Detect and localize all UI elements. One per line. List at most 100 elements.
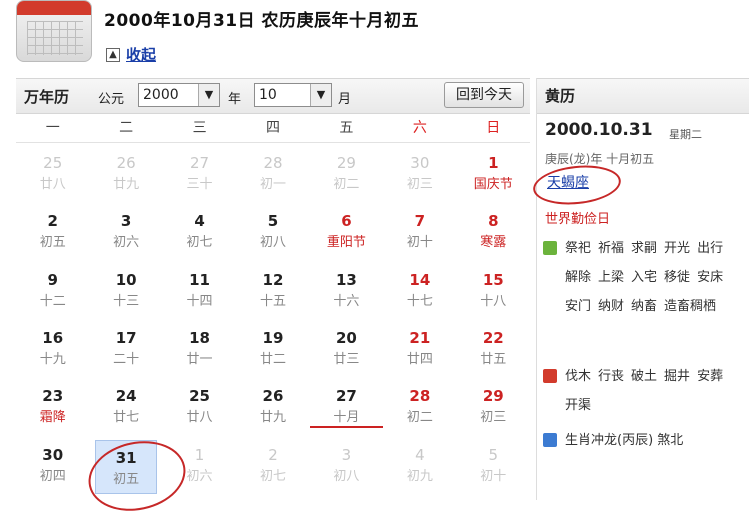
almanac-weekday: 星期二 — [669, 128, 702, 141]
day-number: 9 — [47, 270, 58, 289]
weekday-label: 四 — [265, 120, 280, 136]
calendar-day-cell[interactable]: 8 寒露 — [457, 204, 530, 262]
lunar-day: 初八 — [259, 235, 286, 251]
calendar-title: 万年历 — [24, 88, 70, 106]
suitable-item: 入宅 — [631, 270, 658, 285]
day-number: 28 — [409, 387, 431, 406]
clash-section: 生肖冲龙(丙辰) 煞北 — [543, 426, 750, 455]
calendar-day-cell[interactable]: 30 初三 — [383, 146, 456, 204]
day-number: 6 — [341, 212, 352, 231]
calendar-day-cell[interactable]: 15 十八 — [457, 263, 530, 321]
calendar-day-cell[interactable]: 10 十三 — [89, 263, 162, 321]
day-number: 18 — [189, 328, 210, 347]
calendar-day-cell[interactable]: 17 二十 — [89, 321, 162, 379]
lunar-day: 廿五 — [480, 351, 507, 367]
calendar-day-cell[interactable]: 13 十六 — [310, 263, 383, 321]
lunar-day: 初二 — [406, 410, 433, 426]
month-select[interactable]: 10 ▼ — [254, 83, 332, 107]
lunar-day: 初一 — [259, 177, 286, 192]
calendar-day-cell[interactable]: 26 廿九 — [236, 379, 309, 437]
almanac-lunar-date: 庚辰(龙)年 十月初五 — [545, 152, 655, 166]
calendar-day-cell[interactable]: 7 初十 — [383, 204, 456, 262]
almanac-festival: 世界勤俭日 — [545, 212, 611, 227]
day-number: 4 — [194, 212, 205, 231]
day-number: 1 — [488, 154, 499, 172]
calendar-day-cell[interactable]: 19 廿二 — [236, 321, 309, 379]
year-select[interactable]: 2000 ▼ — [138, 83, 220, 107]
collapse-icon: ▲ — [106, 47, 120, 62]
day-number: 2 — [268, 445, 278, 464]
collapse-label: 收起 — [126, 46, 157, 64]
suitable-item: 纳畜 — [631, 299, 658, 314]
lunar-day: 初九 — [406, 468, 433, 484]
calendar-day-cell[interactable]: 3 初八 — [310, 438, 383, 496]
lunar-day: 十六 — [333, 293, 360, 309]
suitable-item: 出行 — [697, 241, 724, 256]
lunar-day: 十七 — [406, 293, 433, 309]
calendar-day-cell[interactable]: 23 霜降 — [16, 379, 89, 437]
calendar-day-cell[interactable]: 5 初十 — [457, 438, 530, 496]
day-number: 24 — [115, 387, 137, 406]
calendar-day-cell[interactable]: 28 初一 — [236, 146, 309, 204]
calendar-day-cell[interactable]: 26 廿九 — [89, 146, 162, 204]
lunar-day: 十八 — [480, 293, 507, 309]
calendar-day-cell[interactable]: 4 初九 — [383, 438, 456, 496]
selected-date-title: 2000年10月31日 农历庚辰年十月初五 — [104, 11, 420, 31]
avoid-list: 伐木 行丧 破土 掘井 安葬开渠 — [565, 362, 750, 420]
lunar-day: 廿九 — [259, 410, 286, 426]
lunar-day: 初十 — [406, 235, 433, 251]
calendar-day-cell[interactable]: 18 廿一 — [163, 321, 236, 379]
calendar-day-cell[interactable]: 30 初四 — [16, 438, 89, 496]
avoid-item: 伐木 — [565, 369, 592, 384]
calendar-day-cell[interactable]: 1 国庆节 — [457, 146, 530, 204]
calendar-day-cell[interactable]: 20 廿三 — [310, 321, 383, 379]
calendar-day-cell[interactable]: 24 廿七 — [89, 379, 162, 437]
calendar-day-cell[interactable]: 11 十四 — [163, 263, 236, 321]
weekday-header: 一 二 三 四 五 六 日 — [16, 114, 530, 143]
calendar-day-cell[interactable]: 16 十九 — [16, 321, 89, 379]
lunar-day: 十二 — [39, 293, 66, 309]
lunar-day: 廿一 — [186, 351, 213, 367]
calendar-day-cell[interactable]: 9 十二 — [16, 263, 89, 321]
calendar-day-cell[interactable]: 3 初六 — [89, 204, 162, 262]
calendar-day-cell[interactable]: 27 三十 — [163, 146, 236, 204]
day-number: 5 — [488, 445, 499, 464]
year-select-value: 2000 — [143, 87, 179, 103]
day-number: 5 — [267, 212, 279, 231]
month-select-value: 10 — [259, 87, 277, 103]
avoid-item: 掘井 — [664, 369, 691, 384]
calendar-day-cell[interactable]: 12 十五 — [236, 263, 309, 321]
calendar-day-cell[interactable]: 28 初二 — [383, 379, 456, 437]
calendar-day-cell[interactable]: 27 十月 — [309, 379, 384, 437]
suitable-item: 纳财 — [598, 299, 625, 314]
calendar-day-cell[interactable]: 4 初七 — [163, 204, 236, 262]
calendar-day-cell[interactable]: 25 廿八 — [163, 379, 236, 437]
calendar-day-cell[interactable]: 5 初八 — [236, 204, 309, 262]
avoid-item: 开渠 — [565, 398, 592, 413]
weekday-label: 日 — [486, 120, 501, 136]
calendar-day-cell[interactable]: 2 初七 — [236, 438, 309, 496]
calendar-day-cell[interactable]: 22 廿五 — [457, 321, 530, 379]
back-to-today-button[interactable]: 回到今天 — [444, 82, 524, 108]
calendar-day-cell[interactable]: 14 十七 — [383, 263, 456, 321]
suitable-item: 求嗣 — [631, 241, 658, 256]
lunar-day: 廿八 — [186, 410, 213, 426]
calendar-day-cell[interactable]: 29 初二 — [310, 146, 383, 204]
day-number: 21 — [409, 328, 431, 347]
calendar-day-cell[interactable]: 29 初三 — [457, 379, 530, 437]
suitable-list: 祭祀 祈福 求嗣 开光 出行解除 上梁 入宅 移徙 安床安门 纳财 纳畜 造畜稠栖 — [565, 234, 750, 321]
calendar-day-cell[interactable]: 2 初五 — [16, 204, 89, 262]
day-number: 17 — [115, 328, 137, 347]
lunar-day: 廿四 — [406, 351, 433, 367]
avoid-item: 安葬 — [697, 369, 724, 384]
calendar-day-cell[interactable]: 25 廿八 — [16, 146, 89, 204]
suitable-item: 解除 — [565, 270, 592, 285]
almanac-date: 2000.10.31 — [545, 120, 653, 140]
calendar-grid: 25 廿八 26 廿九 27 三十 28 初一 29 初二 30 初三 1 国庆节 2 初五 3 初六 4 初七 5 初八… — [16, 146, 530, 496]
lunar-day: 十五 — [259, 293, 286, 309]
day-number: 28 — [263, 154, 283, 172]
lunar-day: 初二 — [333, 177, 360, 192]
calendar-day-cell[interactable]: 6 重阳节 — [310, 204, 383, 262]
collapse-toggle[interactable]: ▲ 收起 — [106, 44, 156, 65]
calendar-day-cell[interactable]: 21 廿四 — [383, 321, 456, 379]
